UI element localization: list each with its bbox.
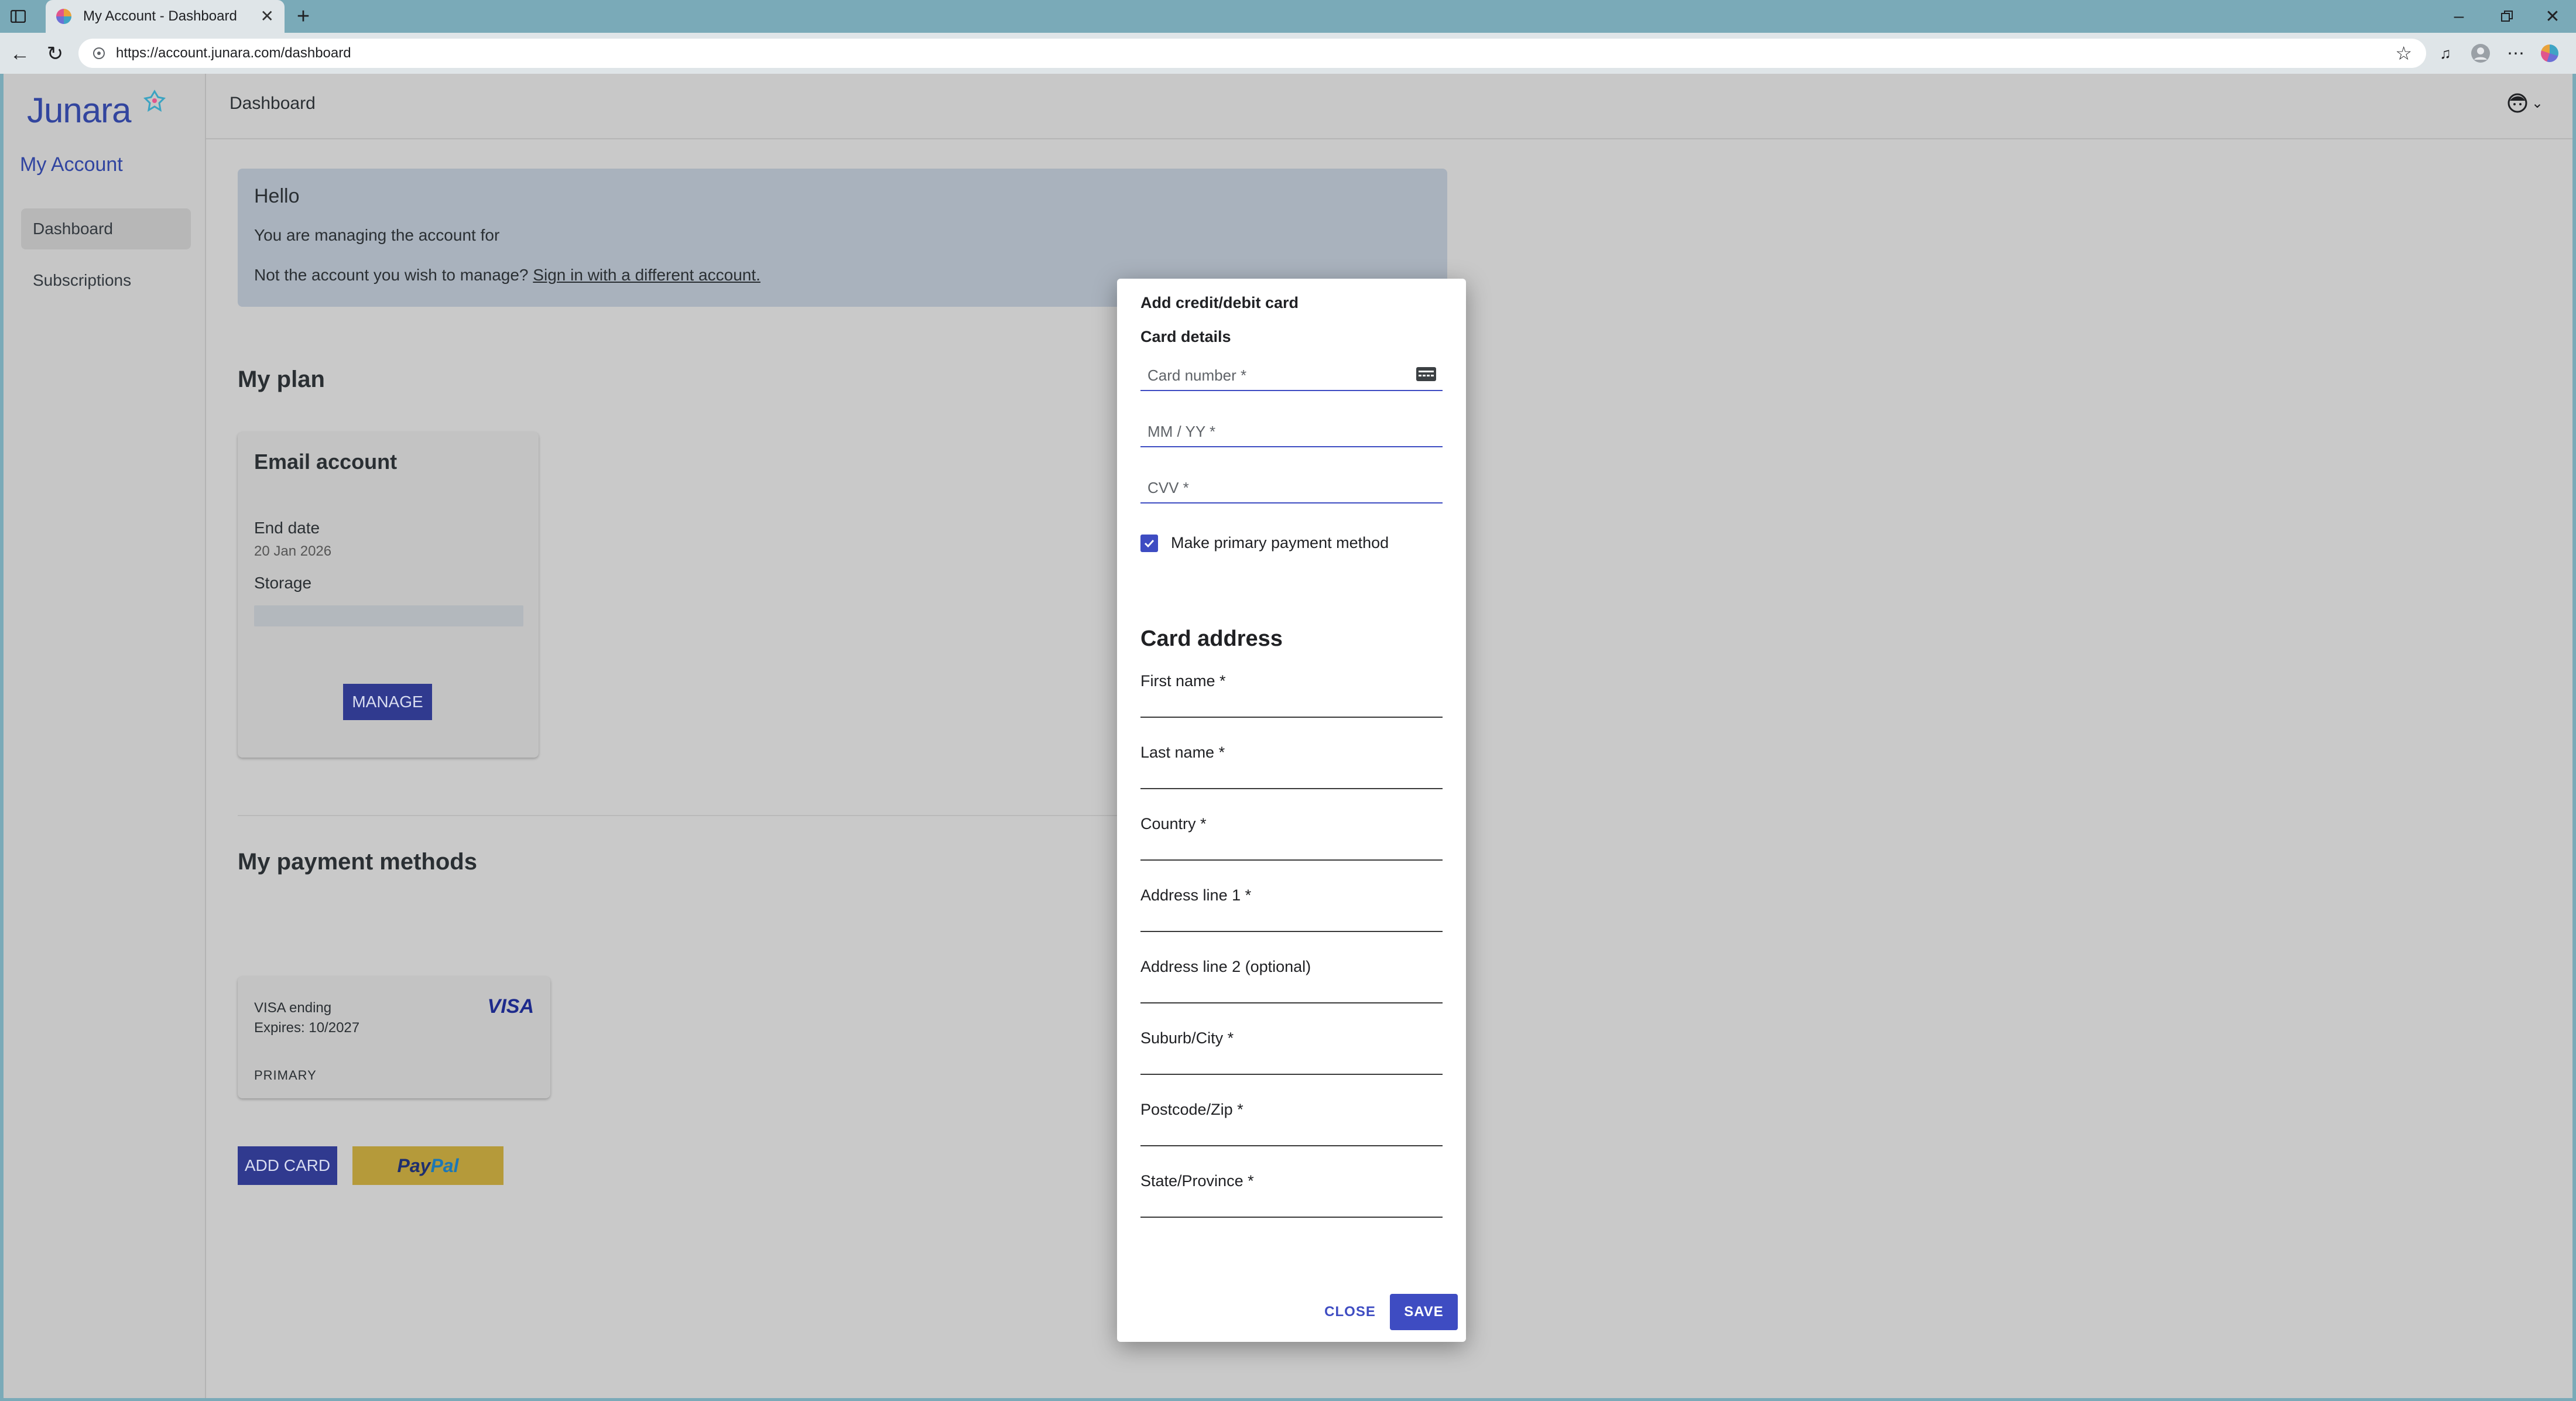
storage-progress-bar (254, 605, 523, 626)
card-address-heading: Card address (1140, 626, 1283, 651)
close-window-icon[interactable]: ✕ (2541, 6, 2564, 27)
my-plan-heading: My plan (238, 366, 325, 392)
card-expiry-text: Expires: 10/2027 (254, 1020, 360, 1036)
state-label: State/Province * (1140, 1172, 1254, 1190)
back-arrow-icon[interactable]: ← (8, 42, 32, 66)
country-field[interactable]: Country * (1140, 815, 1443, 861)
end-date-label: End date (254, 519, 320, 537)
junara-logo[interactable]: Junara (27, 90, 131, 131)
city-label: Suburb/City * (1140, 1029, 1234, 1047)
top-bar: Dashboard ⌄ (206, 74, 2572, 139)
address-line-1-field[interactable]: Address line 1 * (1140, 886, 1443, 932)
sidebar-title: My Account (20, 153, 123, 176)
last-name-label: Last name * (1140, 744, 1225, 761)
switch-account-prefix: Not the account you wish to manage? (254, 266, 529, 284)
last-name-field[interactable]: Last name * (1140, 744, 1443, 789)
add-card-button[interactable]: ADD CARD (238, 1146, 337, 1185)
url-text: https://account.junara.com/dashboard (116, 45, 351, 61)
close-button[interactable]: CLOSE (1320, 1294, 1381, 1330)
card-ending-text: VISA ending (254, 1000, 332, 1016)
tab-title: My Account - Dashboard (83, 8, 237, 24)
paypal-button[interactable]: Pay Pal (352, 1146, 503, 1185)
cvv-field[interactable]: CVV * (1140, 471, 1443, 503)
add-card-dialog: Add credit/debit card Card details Card … (1117, 279, 1466, 1342)
page-viewport: Junara My Account Dashboard Subscription… (4, 74, 2572, 1398)
storage-label: Storage (254, 574, 312, 592)
browser-tab-strip: My Account - Dashboard ✕ + – ✕ (0, 0, 2576, 33)
dialog-title: Add credit/debit card (1140, 294, 1299, 311)
browser-tab[interactable]: My Account - Dashboard ✕ (46, 0, 285, 33)
hello-heading: Hello (254, 185, 300, 207)
country-label: Country * (1140, 815, 1207, 833)
profile-avatar-icon[interactable] (2469, 42, 2492, 64)
sidebar-item-subscriptions[interactable]: Subscriptions (21, 260, 191, 301)
managing-text: You are managing the account for (254, 226, 500, 244)
primary-payment-checkbox-row[interactable]: Make primary payment method (1140, 534, 1389, 552)
address-bar[interactable]: https://account.junara.com/dashboard ☆ (78, 39, 2426, 68)
payment-methods-heading: My payment methods (238, 849, 477, 875)
sidebar-item-dashboard[interactable]: Dashboard (21, 208, 191, 249)
site-info-icon[interactable] (93, 47, 105, 60)
card-number-placeholder: Card number * (1147, 366, 1247, 384)
more-menu-icon[interactable]: ⋯ (2505, 42, 2527, 64)
restore-icon[interactable] (2495, 6, 2519, 27)
city-field[interactable]: Suburb/City * (1140, 1029, 1443, 1075)
switch-account-text: Not the account you wish to manage? Sign… (254, 266, 761, 285)
credit-card-icon (1416, 367, 1436, 381)
checkmark-icon (1144, 539, 1155, 547)
card-details-heading: Card details (1140, 328, 1231, 345)
copilot-icon[interactable] (2539, 42, 2561, 64)
expiry-placeholder: MM / YY * (1147, 423, 1216, 440)
first-name-field[interactable]: First name * (1140, 672, 1443, 718)
browser-toolbar: ← ↻ https://account.junara.com/dashboard… (0, 33, 2576, 74)
expiry-field[interactable]: MM / YY * (1140, 415, 1443, 447)
postcode-label: Postcode/Zip * (1140, 1101, 1244, 1118)
address-line-2-label: Address line 2 (optional) (1140, 958, 1311, 975)
site-favicon-icon (56, 9, 71, 24)
card-number-field[interactable]: Card number * (1140, 358, 1443, 391)
address-line-1-label: Address line 1 * (1140, 886, 1252, 904)
account-menu-button[interactable]: ⌄ (2507, 93, 2543, 114)
logo-mark-icon (143, 90, 166, 112)
paypal-logo-part-2: Pal (430, 1155, 459, 1176)
minimize-icon[interactable]: – (2447, 6, 2471, 27)
primary-badge: PRIMARY (254, 1068, 317, 1083)
reload-icon[interactable]: ↻ (43, 42, 67, 66)
sign-in-different-account-link[interactable]: Sign in with a different account. (533, 266, 761, 284)
section-divider (238, 815, 1233, 816)
sidebar: Junara My Account Dashboard Subscription… (4, 74, 206, 1398)
payment-method-card: VISA ending Expires: 10/2027 PRIMARY VIS… (238, 977, 550, 1098)
chevron-down-icon: ⌄ (2531, 95, 2543, 111)
primary-payment-checkbox[interactable] (1140, 534, 1158, 552)
postcode-field[interactable]: Postcode/Zip * (1140, 1101, 1443, 1146)
address-line-2-field[interactable]: Address line 2 (optional) (1140, 958, 1443, 1003)
cvv-placeholder: CVV * (1147, 479, 1189, 496)
save-button[interactable]: SAVE (1390, 1294, 1458, 1330)
end-date-value: 20 Jan 2026 (254, 543, 332, 559)
page-title: Dashboard (229, 94, 316, 113)
visa-logo: VISA (487, 995, 534, 1018)
new-tab-icon[interactable]: + (293, 4, 314, 29)
first-name-label: First name * (1140, 672, 1226, 690)
extension-icon[interactable]: ♫ (2435, 43, 2455, 63)
tab-close-icon[interactable]: ✕ (261, 8, 274, 25)
plan-card: Email account End date 20 Jan 2026 Stora… (238, 432, 539, 758)
manage-button[interactable]: MANAGE (343, 684, 432, 720)
user-face-icon (2508, 93, 2527, 113)
paypal-logo-part-1: Pay (397, 1155, 431, 1176)
primary-payment-label: Make primary payment method (1171, 534, 1389, 552)
tab-actions-icon[interactable] (9, 8, 27, 25)
state-field[interactable]: State/Province * (1140, 1172, 1443, 1218)
bookmark-star-icon[interactable]: ☆ (2395, 42, 2412, 64)
plan-card-title: Email account (254, 450, 398, 474)
